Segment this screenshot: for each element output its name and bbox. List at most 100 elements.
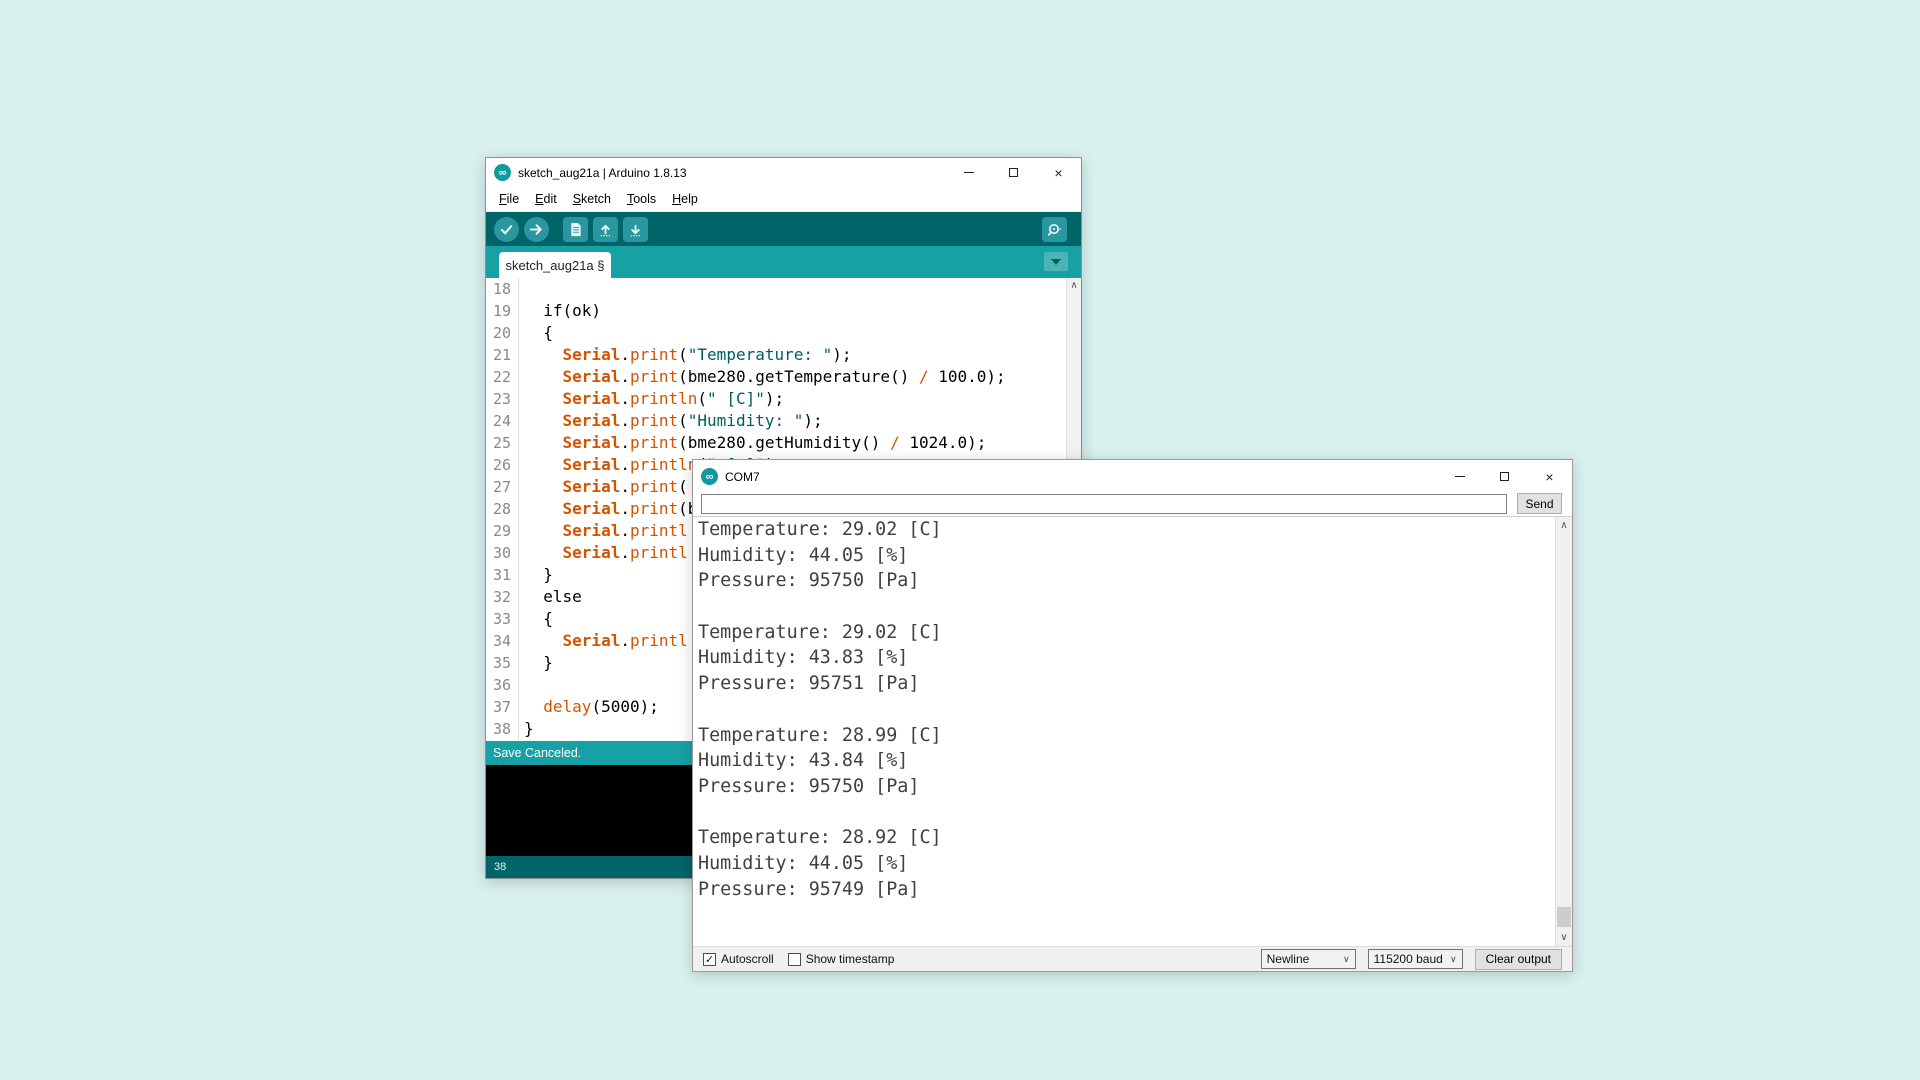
line-number: 35 — [486, 652, 519, 674]
arrow-down-icon — [628, 222, 643, 237]
serial-caption-buttons: × — [1437, 460, 1572, 493]
new-sketch-button[interactable] — [563, 217, 588, 242]
code-line: 21 Serial.print("Temperature: "); — [486, 344, 1081, 366]
serial-monitor-window: ∞ COM7 × Send Temperature: 29.02 [C]Humi… — [692, 459, 1573, 972]
serial-output-line: Humidity: 44.05 [%] — [698, 851, 1555, 877]
serial-output-line: Pressure: 95749 [Pa] — [698, 877, 1555, 903]
scroll-down-icon[interactable]: ∨ — [1556, 932, 1572, 943]
serial-output-area[interactable]: Temperature: 29.02 [C]Humidity: 44.05 [%… — [693, 516, 1555, 946]
line-number: 26 — [486, 454, 519, 476]
maximize-button[interactable] — [1482, 460, 1527, 493]
serial-input-field[interactable] — [701, 494, 1507, 514]
menu-item-help[interactable]: Help — [664, 189, 706, 209]
serial-output-line: Humidity: 44.05 [%] — [698, 543, 1555, 569]
line-number: 24 — [486, 410, 519, 432]
status-message: Save Canceled. — [493, 746, 581, 760]
clear-output-button[interactable]: Clear output — [1475, 949, 1562, 970]
verify-button[interactable] — [494, 217, 519, 242]
line-number: 38 — [486, 718, 519, 740]
code-line: 25 Serial.print(bme280.getHumidity() / 1… — [486, 432, 1081, 454]
send-button[interactable]: Send — [1517, 493, 1562, 514]
serial-output-line — [698, 697, 1555, 723]
menu-bar: FileEditSketchToolsHelp — [486, 187, 1081, 212]
baud-rate-select[interactable]: 115200 baud ∨ — [1368, 949, 1463, 969]
serial-titlebar[interactable]: ∞ COM7 × — [693, 460, 1572, 493]
chevron-down-icon: ∨ — [1450, 954, 1457, 965]
arduino-titlebar[interactable]: ∞ sketch_aug21a | Arduino 1.8.13 × — [486, 158, 1081, 187]
line-number: 23 — [486, 388, 519, 410]
line-number: 20 — [486, 322, 519, 344]
serial-monitor-button[interactable] — [1042, 217, 1067, 242]
serial-bottom-bar: ✓ Autoscroll Show timestamp Newline ∨ 11… — [693, 946, 1572, 971]
cursor-line-indicator: 38 — [494, 861, 506, 873]
code-line: 23 Serial.println(" [C]"); — [486, 388, 1081, 410]
serial-output-line: Pressure: 95750 [Pa] — [698, 568, 1555, 594]
line-number: 21 — [486, 344, 519, 366]
line-number: 31 — [486, 564, 519, 586]
autoscroll-label: Autoscroll — [721, 952, 774, 966]
serial-output-line: Pressure: 95750 [Pa] — [698, 774, 1555, 800]
line-number: 25 — [486, 432, 519, 454]
line-number: 30 — [486, 542, 519, 564]
serial-output-line: Temperature: 29.02 [C] — [698, 517, 1555, 543]
toolbar — [486, 212, 1081, 246]
arrow-up-icon — [598, 222, 613, 237]
serial-output-line: Temperature: 28.99 [C] — [698, 723, 1555, 749]
line-ending-select[interactable]: Newline ∨ — [1261, 949, 1356, 969]
show-timestamp-checkbox[interactable] — [788, 953, 801, 966]
minimize-button[interactable] — [946, 158, 991, 187]
menu-item-file[interactable]: File — [491, 189, 527, 209]
line-number: 36 — [486, 674, 519, 696]
close-button[interactable]: × — [1527, 460, 1572, 493]
maximize-icon — [1009, 168, 1018, 177]
minimize-icon — [964, 172, 974, 173]
serial-output-line: Humidity: 43.84 [%] — [698, 748, 1555, 774]
arduino-window-title: sketch_aug21a | Arduino 1.8.13 — [518, 166, 687, 180]
close-icon: × — [1054, 166, 1062, 180]
scroll-up-icon[interactable]: ∧ — [1067, 280, 1081, 291]
serial-window-title: COM7 — [725, 470, 760, 484]
serial-input-row: Send — [693, 493, 1572, 516]
serial-scrollbar[interactable]: ∧ ∨ — [1555, 516, 1572, 946]
minimize-button[interactable] — [1437, 460, 1482, 493]
line-ending-value: Newline — [1267, 952, 1310, 966]
show-timestamp-label: Show timestamp — [806, 952, 895, 966]
menu-item-sketch[interactable]: Sketch — [565, 189, 619, 209]
baud-rate-value: 115200 baud — [1374, 952, 1443, 966]
open-sketch-button[interactable] — [593, 217, 618, 242]
tab-list-button[interactable] — [1044, 252, 1068, 271]
line-number: 27 — [486, 476, 519, 498]
upload-button[interactable] — [524, 217, 549, 242]
arduino-caption-buttons: × — [946, 158, 1081, 187]
serial-output-line: Temperature: 29.02 [C] — [698, 620, 1555, 646]
desktop-background: ∞ sketch_aug21a | Arduino 1.8.13 × FileE… — [0, 0, 1920, 1080]
line-number: 29 — [486, 520, 519, 542]
tab-bar: sketch_aug21a § — [486, 246, 1081, 278]
close-icon: × — [1545, 470, 1553, 484]
serial-output-line — [698, 594, 1555, 620]
arduino-logo-icon: ∞ — [701, 468, 718, 485]
line-number: 32 — [486, 586, 519, 608]
save-sketch-button[interactable] — [623, 217, 648, 242]
code-line: 22 Serial.print(bme280.getTemperature() … — [486, 366, 1081, 388]
maximize-button[interactable] — [991, 158, 1036, 187]
menu-item-edit[interactable]: Edit — [527, 189, 565, 209]
line-number: 18 — [486, 278, 519, 300]
menu-item-tools[interactable]: Tools — [619, 189, 664, 209]
code-line: 19 if(ok) — [486, 300, 1081, 322]
minimize-icon — [1455, 476, 1465, 477]
close-button[interactable]: × — [1036, 158, 1081, 187]
serial-output-line — [698, 800, 1555, 826]
check-icon — [499, 222, 514, 237]
maximize-icon — [1500, 472, 1509, 481]
scroll-up-icon[interactable]: ∧ — [1556, 520, 1572, 531]
line-number: 22 — [486, 366, 519, 388]
code-line: 24 Serial.print("Humidity: "); — [486, 410, 1081, 432]
scrollbar-thumb[interactable] — [1557, 907, 1571, 927]
code-line: 18 — [486, 278, 1081, 300]
chevron-down-icon — [1051, 259, 1061, 265]
tab-sketch-aug21a[interactable]: sketch_aug21a § — [499, 252, 611, 278]
serial-output-line: Temperature: 28.92 [C] — [698, 825, 1555, 851]
serial-output-line: Pressure: 95751 [Pa] — [698, 671, 1555, 697]
autoscroll-checkbox[interactable]: ✓ — [703, 953, 716, 966]
